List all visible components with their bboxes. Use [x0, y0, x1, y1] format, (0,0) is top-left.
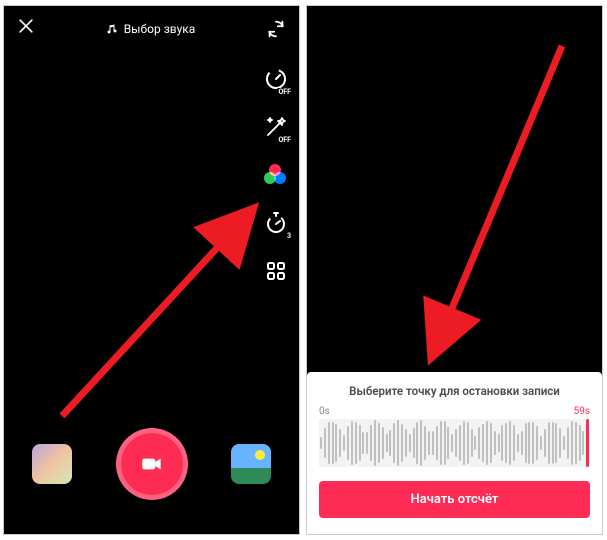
flip-icon [265, 18, 287, 40]
sound-label: Выбор звука [124, 22, 196, 36]
annotation-arrow-icon [52, 196, 272, 426]
timer-button[interactable]: 3 [263, 210, 289, 236]
side-toolbar: OFF OFF 3 [263, 66, 289, 284]
close-icon [16, 16, 36, 36]
grid-icon [264, 259, 288, 283]
waveform-slider[interactable] [319, 419, 590, 467]
sheet-title: Выберите точку для остановки записи [319, 384, 590, 398]
timer-icon [264, 211, 288, 235]
start-time-label: 0s [319, 406, 330, 417]
start-countdown-button[interactable]: Начать отсчёт [319, 481, 590, 518]
close-button[interactable] [16, 16, 36, 42]
record-button[interactable] [116, 428, 188, 500]
speed-button[interactable]: OFF [263, 66, 289, 92]
upload-button[interactable] [231, 444, 271, 484]
beauty-button[interactable]: OFF [263, 114, 289, 140]
top-bar: Выбор звука [4, 6, 299, 52]
annotation-arrow-icon [412, 36, 582, 376]
timer-badge: 3 [285, 232, 293, 240]
sound-selector[interactable]: Выбор звука [106, 22, 196, 36]
timer-sheet-screen: Выберите точку для остановки записи 0s 5… [306, 5, 603, 535]
end-time-label: 59s [574, 406, 590, 417]
flip-camera-button[interactable] [265, 18, 287, 40]
filters-button[interactable] [263, 162, 289, 188]
waveform-bars [319, 419, 590, 467]
camera-screen: Выбор звука OFF OFF [3, 5, 300, 535]
speed-badge: OFF [276, 88, 293, 96]
filters-icon [265, 164, 287, 186]
bottom-bar [4, 428, 299, 500]
more-button[interactable] [263, 258, 289, 284]
beauty-badge: OFF [276, 136, 293, 144]
video-icon [139, 451, 165, 477]
stop-marker[interactable] [586, 419, 589, 467]
effects-button[interactable] [32, 444, 72, 484]
time-labels: 0s 59s [319, 406, 590, 417]
music-note-icon [106, 23, 118, 35]
countdown-sheet: Выберите точку для остановки записи 0s 5… [307, 372, 602, 534]
